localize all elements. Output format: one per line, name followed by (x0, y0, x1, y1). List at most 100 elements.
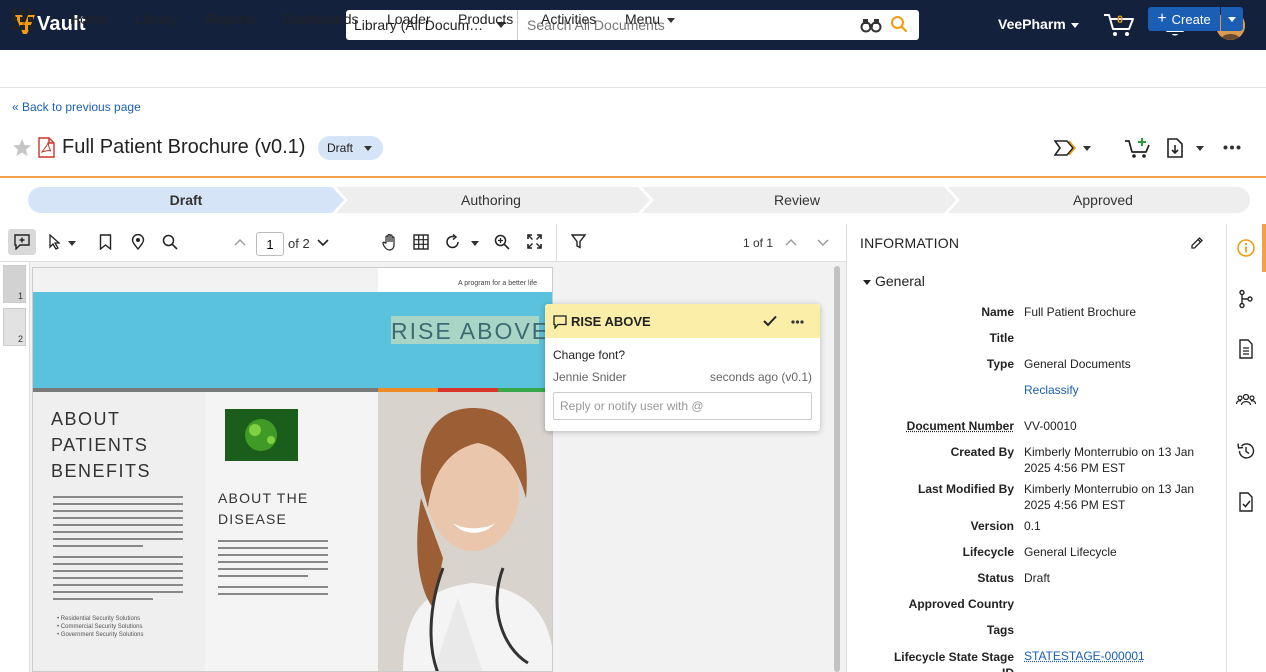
nav-home[interactable]: Home (70, 11, 107, 27)
nav-reports[interactable]: Reports (206, 11, 255, 27)
document-title: Full Patient Brochure (v0.1) (62, 136, 306, 158)
zoom-in-icon[interactable] (494, 234, 510, 250)
document-page[interactable]: A program for a better life RISE ABOVE A… (32, 267, 553, 672)
comment-more-icon[interactable] (791, 320, 804, 324)
nav-loader[interactable]: Loader (387, 11, 431, 27)
edit-pencil-icon[interactable] (1190, 236, 1204, 250)
field-value-name: Full Patient Brochure (1024, 305, 1137, 319)
stage-review[interactable]: Review (650, 187, 944, 213)
fullscreen-icon[interactable] (527, 234, 542, 249)
rotate-icon[interactable] (445, 234, 461, 250)
field-value-type: General Documents (1024, 357, 1131, 371)
stage-authoring[interactable]: Authoring (344, 187, 638, 213)
thumbnail-page-number: 2 (17, 334, 23, 344)
nav-products[interactable]: Products (458, 11, 513, 27)
relationships-icon[interactable] (1236, 289, 1256, 309)
binoculars-icon[interactable] (860, 16, 882, 34)
section-general-toggle[interactable]: General (863, 273, 925, 289)
nav-activities[interactable]: Activities (541, 11, 596, 27)
field-value-document-number: VV-00010 (1024, 419, 1077, 433)
nav-dashboards[interactable]: Dashboards (283, 11, 359, 27)
field-label-status: Status (977, 571, 1014, 585)
chevron-down-icon[interactable] (1083, 146, 1091, 151)
comment-timestamp: seconds ago (v0.1) (709, 370, 812, 384)
resolve-check-icon[interactable] (763, 315, 777, 327)
viewer-scrollbar-thumb[interactable] (834, 266, 840, 672)
field-label-title: Title (989, 331, 1014, 345)
list-item: • Commercial Security Solutions (57, 624, 143, 630)
stage-draft[interactable]: Draft (28, 187, 344, 213)
field-label-type: Type (986, 357, 1014, 371)
next-page-icon[interactable] (317, 239, 329, 247)
stage-approved[interactable]: Approved (956, 187, 1250, 213)
pointer-select-icon[interactable] (48, 234, 62, 250)
add-to-cart-icon[interactable] (1124, 137, 1152, 159)
chevron-down-icon (1070, 22, 1079, 28)
vault-switcher[interactable]: VeePharm (998, 16, 1079, 32)
field-label-lifecycle: Lifecycle (962, 545, 1014, 559)
title-divider (0, 176, 1266, 178)
location-pin-icon[interactable] (131, 234, 145, 250)
grid-view-icon[interactable] (413, 234, 429, 250)
pan-hand-icon[interactable] (382, 233, 398, 251)
thumbnail-page-number: 1 (17, 291, 23, 301)
brochure-bullet-list: • Residential Security Solutions • Comme… (57, 615, 144, 639)
checklist-icon[interactable] (1236, 492, 1256, 512)
chevron-down-icon[interactable] (68, 241, 76, 246)
annotation-comment-card[interactable]: RISE ABOVE Change font? Jennie Snider se… (545, 304, 820, 431)
information-icon[interactable] (1236, 238, 1256, 258)
list-item: • Residential Security Solutions (57, 616, 141, 622)
chevron-down-icon (364, 146, 372, 151)
previous-annotation-icon[interactable] (785, 238, 797, 246)
filter-icon[interactable] (571, 234, 586, 249)
field-value-status: Draft (1024, 571, 1051, 585)
apps-grid-icon[interactable] (12, 9, 33, 30)
annotate-mode-button[interactable] (8, 229, 36, 255)
reclassify-link[interactable]: Reclassify (1024, 382, 1209, 398)
document-details-icon[interactable] (1236, 339, 1256, 359)
field-value-version: 0.1 (1024, 519, 1041, 533)
sharing-users-icon[interactable] (1236, 390, 1256, 410)
workflow-actions-icon[interactable] (1054, 140, 1078, 156)
list-item: • Government Security Solutions (57, 632, 144, 638)
comment-icon (553, 315, 567, 329)
search-icon[interactable] (890, 15, 908, 33)
nav-menu[interactable]: Menu (625, 11, 676, 27)
page-number-input[interactable] (256, 232, 284, 256)
chevron-down-icon[interactable] (1196, 146, 1204, 151)
create-dropdown-toggle[interactable] (1221, 7, 1243, 31)
favorite-star-icon[interactable] (12, 138, 32, 158)
nav-library[interactable]: Library (135, 11, 178, 27)
field-label-tags: Tags (986, 623, 1014, 637)
brochure-tagline: A program for a better life (458, 280, 537, 287)
more-actions-icon[interactable] (1223, 145, 1241, 150)
lifecycle-state-stage-link[interactable]: STATESTAGE-000001 (1024, 648, 1209, 664)
document-download-icon[interactable] (1166, 138, 1184, 158)
page-count-label: of 2 (288, 236, 310, 251)
thumbnail-page-2[interactable]: 2 (3, 308, 26, 346)
chevron-down-icon[interactable] (471, 241, 479, 246)
status-dropdown[interactable]: Draft (318, 136, 383, 160)
plus-icon: + (1157, 10, 1167, 27)
previous-page-icon[interactable] (234, 238, 246, 246)
comment-title: RISE ABOVE (571, 314, 651, 329)
create-button[interactable]: + Create (1148, 7, 1220, 31)
field-value-last-modified-by: Kimberly Monterrubio on 13 Jan 2025 4:56… (1024, 482, 1195, 512)
find-in-document-icon[interactable] (162, 234, 178, 250)
next-annotation-icon[interactable] (817, 239, 829, 247)
back-to-previous-link[interactable]: « Back to previous page (12, 100, 141, 114)
rail-active-indicator (1262, 224, 1266, 272)
thumbnail-page-1[interactable]: 1 (3, 265, 26, 303)
nav-bar (0, 50, 1266, 88)
annotation-count: 1 of 1 (743, 236, 774, 250)
information-heading: INFORMATION (860, 235, 960, 251)
field-value-lifecycle: General Lifecycle (1024, 545, 1117, 559)
chevron-down-icon (863, 279, 871, 285)
bookmark-icon[interactable] (99, 234, 112, 250)
toolbar-divider (556, 224, 557, 262)
bullet-text: Residential Security Solutions (60, 616, 141, 622)
comment-author[interactable]: Jennie Snider (553, 370, 626, 384)
brochure-headline[interactable]: RISE ABOVE (391, 318, 549, 345)
comment-reply-input[interactable] (553, 392, 812, 420)
version-history-icon[interactable] (1236, 441, 1256, 461)
